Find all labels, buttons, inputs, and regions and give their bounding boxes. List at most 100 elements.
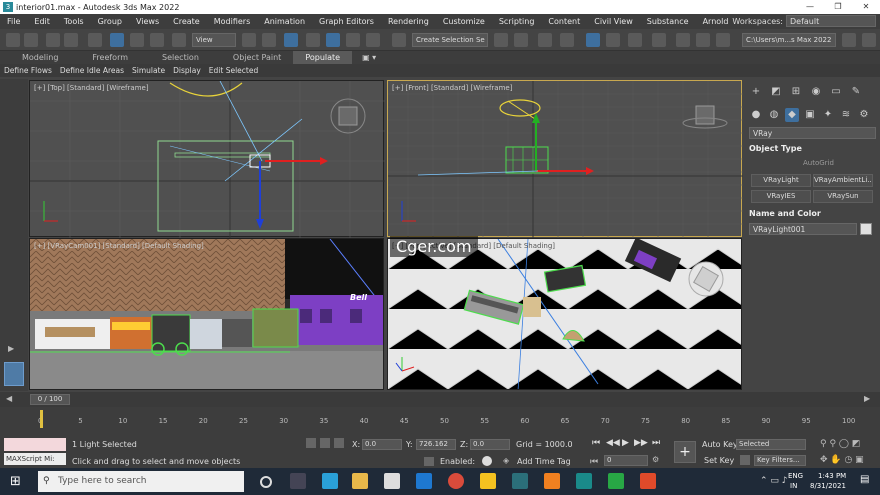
menu-substance[interactable]: Substance	[640, 17, 696, 26]
clock-time[interactable]: 1:43 PM	[818, 472, 846, 480]
percent-snap-icon[interactable]	[346, 33, 360, 47]
viewport-top[interactable]: [+] [Top] [Standard] [Wireframe]	[29, 80, 385, 238]
shapes-icon[interactable]: ◍	[767, 108, 781, 122]
redo-icon[interactable]	[24, 33, 38, 47]
menu-file[interactable]: File	[0, 17, 27, 26]
rotate-icon[interactable]	[130, 33, 144, 47]
taskbar-search[interactable]: ⚲ Type here to search	[38, 471, 244, 492]
tab-modeling[interactable]: Modeling	[0, 53, 70, 62]
zoom-icon[interactable]: ⚲ ⚲ ◯ ◩	[820, 439, 860, 449]
expand-arrow-icon[interactable]: ▶	[8, 344, 14, 353]
place-icon[interactable]	[172, 33, 186, 47]
display-tab-icon[interactable]: ▭	[829, 85, 843, 99]
key-icon[interactable]	[740, 455, 750, 465]
menu-rendering[interactable]: Rendering	[381, 17, 436, 26]
edge-icon[interactable]	[322, 473, 338, 489]
3dsmax-taskbar-icon[interactable]	[576, 473, 592, 489]
vrayambientlight-button[interactable]: VRayAmbientLi...	[813, 174, 873, 187]
selection-lock-icon[interactable]	[320, 438, 330, 448]
folder-icon[interactable]	[480, 473, 496, 489]
selection-set-dropdown[interactable]: Create Selection Se	[412, 33, 488, 47]
viewport-label-front[interactable]: [+] [Front] [Standard] [Wireframe]	[392, 84, 512, 92]
motion-tab-icon[interactable]: ◉	[809, 85, 823, 99]
current-frame-field[interactable]: 0	[604, 455, 648, 466]
undo-icon[interactable]	[6, 33, 20, 47]
unlink-icon[interactable]	[64, 33, 78, 47]
menu-create[interactable]: Create	[166, 17, 207, 26]
x-coordinate-field[interactable]: 0.0	[362, 439, 402, 450]
track-bar[interactable]: 0510152025303540455055606570758085909510…	[0, 407, 880, 435]
modify-tab-icon[interactable]: ◩	[769, 85, 783, 99]
set-key-big-button[interactable]: +	[674, 441, 696, 463]
vraysun-button[interactable]: VRaySun	[813, 190, 873, 203]
mirror-icon[interactable]	[494, 33, 508, 47]
material-editor-icon[interactable]	[652, 33, 666, 47]
menu-civil-view[interactable]: Civil View	[587, 17, 640, 26]
auto-key-button[interactable]: Auto Key	[702, 440, 738, 449]
system-tray-icons[interactable]: ⌃ ▭ ♪	[760, 476, 788, 486]
enabled-toggle[interactable]	[482, 456, 492, 466]
hierarchy-tab-icon[interactable]: ⊞	[789, 85, 803, 99]
menu-arnold[interactable]: Arnold	[696, 17, 736, 26]
adaptive-degradation-icon[interactable]	[424, 457, 434, 466]
menu-animation[interactable]: Animation	[257, 17, 312, 26]
curve-editor-icon[interactable]	[606, 33, 620, 47]
viewport-label-camera[interactable]: [+] [VRayCam001] [Standard] [Default Sha…	[34, 242, 204, 250]
simulate-button[interactable]: Simulate	[128, 66, 169, 75]
define-flows-button[interactable]: Define Flows	[0, 66, 56, 75]
cortana-icon[interactable]	[260, 476, 272, 488]
expand-toolbar-icon[interactable]	[842, 33, 856, 47]
absolute-mode-icon[interactable]	[334, 438, 344, 448]
pivot-icon[interactable]	[242, 33, 256, 47]
schematic-view-icon[interactable]	[628, 33, 642, 47]
object-name-field[interactable]: VRayLight001	[749, 223, 857, 235]
previous-frame-icon[interactable]: ◀◀	[606, 438, 620, 448]
menu-tools[interactable]: Tools	[57, 17, 91, 26]
tab-populate[interactable]: Populate	[293, 51, 353, 64]
next-frame-icon[interactable]: ▶▶	[634, 438, 648, 448]
menu-views[interactable]: Views	[129, 17, 166, 26]
angle-snap-icon[interactable]	[326, 33, 340, 47]
cameras-icon[interactable]: ▣	[803, 108, 817, 122]
time-tag-icon[interactable]: ◈	[503, 456, 509, 465]
ref-coord-dropdown[interactable]: View	[192, 33, 236, 47]
slider-right-arrow-icon[interactable]: ▶	[864, 394, 870, 403]
space-warps-icon[interactable]: ≋	[839, 108, 853, 122]
menu-modifiers[interactable]: Modifiers	[207, 17, 258, 26]
align-icon[interactable]	[514, 33, 528, 47]
key-mode-icon[interactable]: ⏮	[590, 457, 598, 467]
lights-icon[interactable]: ◆	[785, 108, 799, 122]
layer-explorer-icon[interactable]	[560, 33, 574, 47]
go-to-start-icon[interactable]: ⏮	[592, 438, 600, 448]
scale-icon[interactable]	[150, 33, 164, 47]
geometry-icon[interactable]: ●	[749, 108, 763, 122]
chrome-icon[interactable]	[448, 473, 464, 489]
snaps-toggle-icon[interactable]	[306, 33, 320, 47]
vraylight-button[interactable]: VRayLight	[751, 174, 811, 187]
maximize-button[interactable]: ❐	[824, 0, 852, 14]
rendered-frame-icon[interactable]	[696, 33, 710, 47]
time-config-icon[interactable]: ⚙	[652, 455, 659, 464]
project-folder-dropdown[interactable]: C:\Users\m...s Max 2022	[742, 33, 836, 47]
language-indicator[interactable]: ENG	[788, 472, 803, 480]
isolate-selection-icon[interactable]	[306, 438, 316, 448]
y-coordinate-field[interactable]: 726.162	[416, 439, 456, 450]
pan-icon[interactable]: ✥ ✋ ◷ ▣	[820, 455, 864, 465]
menu-content[interactable]: Content	[541, 17, 587, 26]
recorder-icon[interactable]	[640, 473, 656, 489]
display-button[interactable]: Display	[169, 66, 205, 75]
select-move-icon[interactable]	[110, 33, 124, 47]
vlc-icon[interactable]	[544, 473, 560, 489]
set-key-button[interactable]: Set Key	[704, 456, 734, 465]
autogrid-checkbox[interactable]: AutoGrid	[803, 159, 834, 167]
vrayies-button[interactable]: VRayIES	[751, 190, 811, 203]
clock-date[interactable]: 8/31/2021	[810, 482, 846, 490]
viewport-layout-icon[interactable]	[4, 362, 24, 386]
key-filters-button[interactable]: Key Filters...	[754, 455, 806, 466]
utilities-tab-icon[interactable]: ✎	[849, 85, 863, 99]
notification-icon[interactable]: ▤	[860, 474, 869, 485]
ribbon-options-icon[interactable]: ▣ ▾	[362, 53, 376, 62]
link-icon[interactable]	[46, 33, 60, 47]
spinner-snap-icon[interactable]	[366, 33, 380, 47]
edit-named-sets-icon[interactable]	[392, 33, 406, 47]
